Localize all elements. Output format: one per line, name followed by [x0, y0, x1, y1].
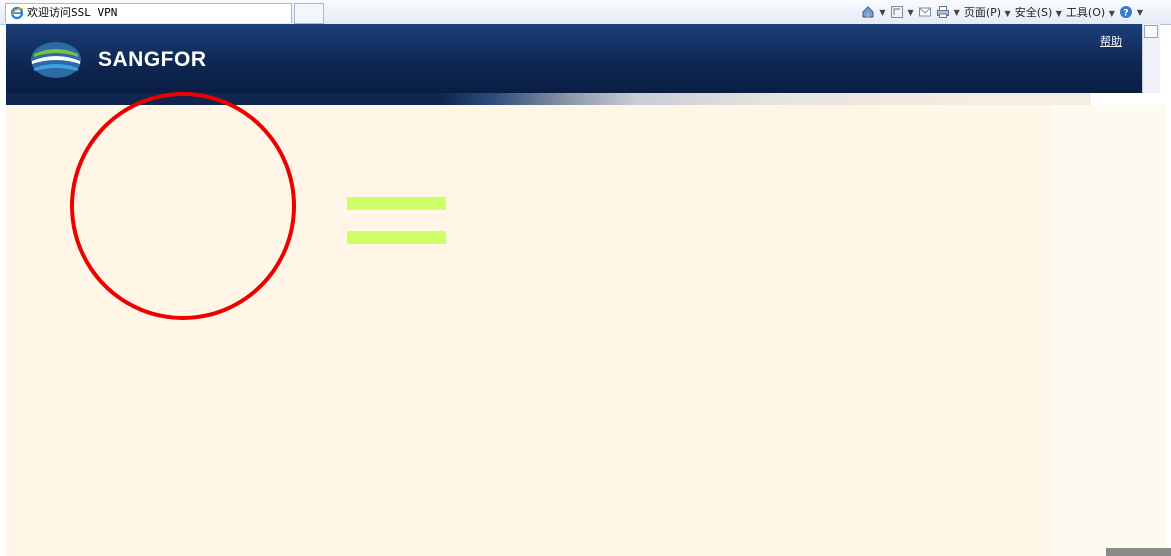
login-methods-heading	[346, 168, 416, 178]
status-corner	[1106, 548, 1171, 556]
help-icon[interactable]: ?	[1119, 5, 1133, 19]
menu-page-label: 页面(P)	[963, 6, 1002, 19]
help-link[interactable]: 帮助	[1100, 33, 1122, 49]
login-button-primary[interactable]	[347, 197, 446, 210]
browser-tab[interactable]: 欢迎访问SSL VPN	[5, 3, 292, 23]
login-button-secondary[interactable]	[347, 231, 446, 244]
download-link[interactable]	[346, 265, 446, 275]
menu-page[interactable]: 页面(P) ▼	[964, 4, 1011, 20]
print-icon[interactable]	[936, 5, 950, 19]
menu-safety-label: 安全(S)	[1014, 6, 1053, 19]
menu-safety[interactable]: 安全(S) ▼	[1015, 4, 1062, 20]
red-circle-annotation	[70, 92, 296, 320]
home-dropdown-icon[interactable]: ▼	[879, 8, 885, 17]
menu-tools[interactable]: 工具(O) ▼	[1066, 4, 1115, 20]
sangfor-logo-icon	[31, 42, 81, 78]
command-bar: ▼ ▼ ▼ 页面(P) ▼ 安全(S) ▼ 工具(O) ▼ ? ▼	[861, 4, 1143, 20]
help-dropdown-icon[interactable]: ▼	[1137, 8, 1143, 17]
header-banner: SANGFOR 帮助	[6, 24, 1142, 93]
feeds-dropdown-icon[interactable]: ▼	[908, 8, 914, 17]
print-dropdown-icon[interactable]: ▼	[954, 8, 960, 17]
brand-name: SANGFOR	[98, 48, 207, 71]
password-label	[14, 212, 44, 222]
home-icon[interactable]	[861, 5, 875, 19]
svg-text:?: ?	[1123, 9, 1128, 19]
feeds-icon[interactable]	[890, 5, 904, 19]
browser-toolbar: 欢迎访问SSL VPN ▼ ▼ ▼ 页面(P) ▼ 安全(S) ▼ 工具(O) …	[0, 0, 1171, 25]
scroll-up-button[interactable]	[1144, 25, 1158, 38]
username-label	[14, 181, 44, 191]
vertical-scrollbar[interactable]	[1142, 24, 1160, 93]
tab-title: 欢迎访问SSL VPN	[27, 6, 118, 19]
menu-tools-label: 工具(O)	[1065, 6, 1106, 19]
ie-icon	[10, 6, 24, 20]
mail-icon[interactable]	[918, 5, 932, 19]
new-tab-button[interactable]	[294, 3, 324, 24]
right-panel	[1050, 105, 1166, 556]
